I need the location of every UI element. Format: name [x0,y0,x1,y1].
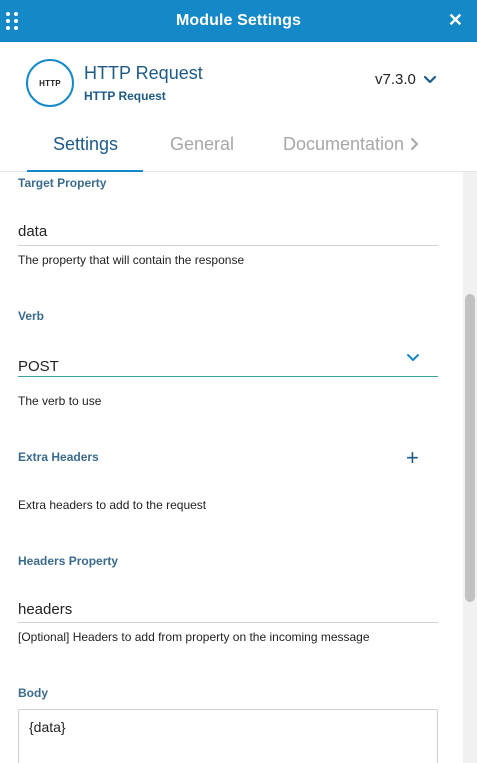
settings-content: Target Property data The property that w… [0,172,463,763]
module-logo: HTTP [26,59,74,107]
module-subtitle: HTTP Request [84,89,166,103]
version-selector[interactable]: v7.3.0 [375,71,438,88]
module-header: HTTP HTTP Request HTTP Request v7.3.0 Se… [0,42,477,172]
headers-property-input[interactable]: headers [18,601,72,618]
window-title: Module Settings [175,12,302,29]
grip-dots-icon[interactable] [6,12,20,30]
plus-icon[interactable]: + [406,447,419,469]
verb-underline [18,376,438,377]
verb-description: The verb to use [18,394,102,408]
chevron-right-icon[interactable] [410,137,420,151]
tab-general[interactable]: General [170,134,234,155]
scrollbar-thumb[interactable] [465,294,475,602]
title-bar: Module Settings ✕ [0,0,477,42]
extra-headers-label: Extra Headers [18,450,99,464]
body-textarea[interactable]: {data} [18,709,438,763]
tab-documentation[interactable]: Documentation [283,134,404,155]
target-property-input[interactable]: data [18,223,47,240]
tab-bar: Settings General Documentation [0,126,477,172]
headers-property-underline [18,622,438,623]
headers-property-label: Headers Property [18,554,119,568]
extra-headers-description: Extra headers to add to the request [18,498,207,512]
verb-label: Verb [18,309,45,323]
version-label: v7.3.0 [375,71,416,88]
target-property-description: The property that will contain the respo… [18,253,245,267]
body-label: Body [18,686,48,700]
chevron-down-icon [423,75,436,83]
close-icon[interactable]: ✕ [448,10,463,30]
verb-select[interactable]: POST [18,358,59,375]
target-property-underline [18,245,438,246]
module-title: HTTP Request [84,63,203,83]
chevron-down-icon[interactable] [405,350,421,366]
target-property-label: Target Property [18,176,107,190]
tab-settings[interactable]: Settings [53,134,118,155]
headers-property-description: [Optional] Headers to add from property … [18,630,370,644]
